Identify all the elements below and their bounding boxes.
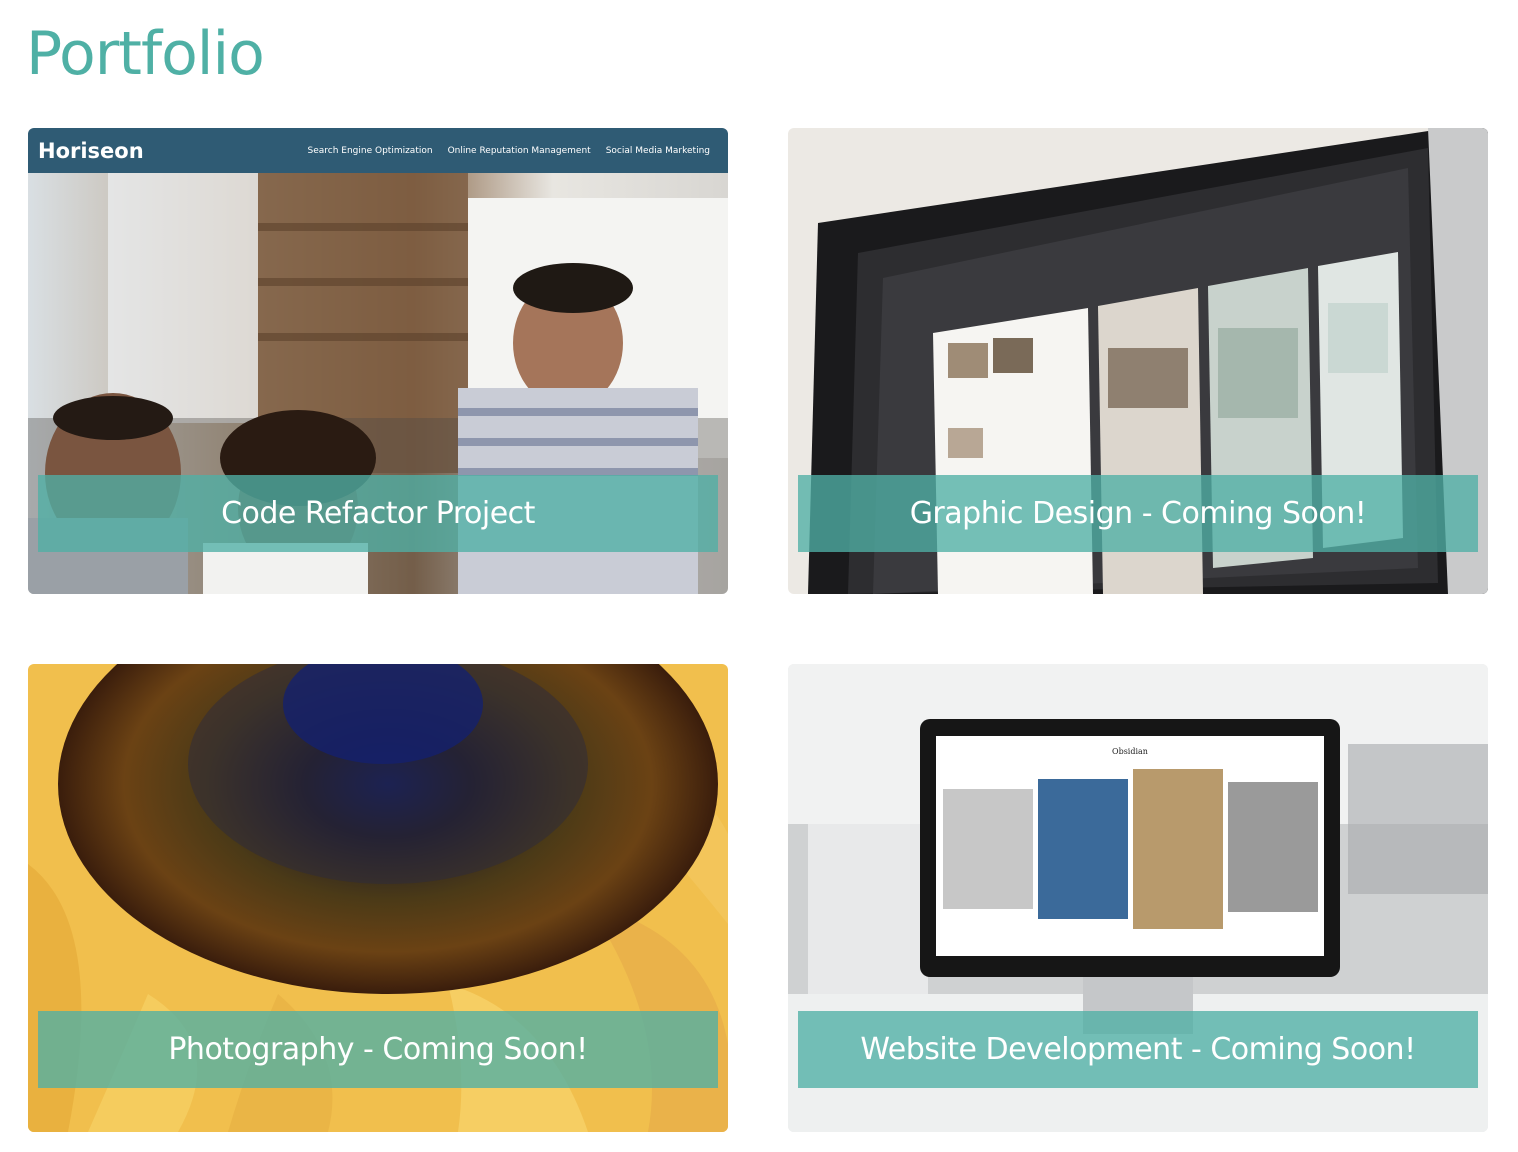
portfolio-card-graphic-design[interactable]: Graphic Design - Coming Soon!: [788, 128, 1488, 594]
screenshot-brand: Horiseon: [38, 138, 144, 163]
page-title: Portfolio: [26, 19, 265, 89]
screenshot-nav-links: Search Engine Optimization Online Reputa…: [308, 146, 711, 156]
portfolio-card-code-refactor[interactable]: Horiseon Search Engine Optimization Onli…: [28, 128, 728, 594]
screenshot-nav-link: Social Media Marketing: [605, 145, 710, 156]
card-caption[interactable]: Website Development - Coming Soon!: [798, 1011, 1478, 1088]
screenshot-nav-link: Online Reputation Management: [447, 145, 591, 156]
portfolio-card-photography[interactable]: Photography - Coming Soon!: [28, 664, 728, 1132]
card-caption[interactable]: Code Refactor Project: [38, 475, 718, 552]
screenshot-site-title: Obsidian: [1112, 747, 1148, 756]
screenshot-navbar: Horiseon Search Engine Optimization Onli…: [28, 128, 728, 173]
card-caption[interactable]: Photography - Coming Soon!: [38, 1011, 718, 1088]
screenshot-nav-link: Search Engine Optimization: [307, 145, 433, 156]
card-caption[interactable]: Graphic Design - Coming Soon!: [798, 475, 1478, 552]
portfolio-card-website-development[interactable]: Obsidian Website Development - Coming So…: [788, 664, 1488, 1132]
